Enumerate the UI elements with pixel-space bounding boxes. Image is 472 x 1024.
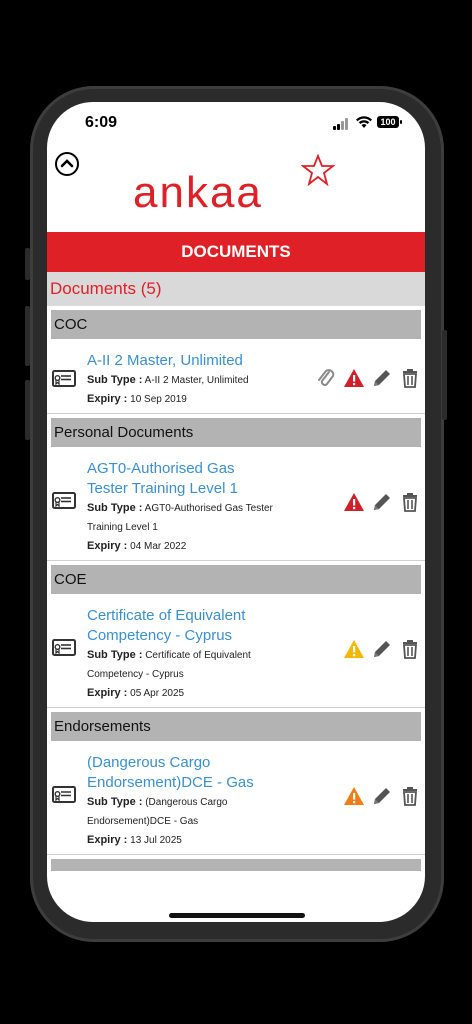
document-title[interactable]: Certificate of Equivalent Competency - C…	[87, 606, 277, 646]
subtype-value: A-II 2 Master, Unlimited	[144, 375, 249, 386]
row-actions	[343, 785, 421, 807]
section-header: COC	[51, 310, 421, 339]
status-time: 6:09	[85, 114, 118, 131]
expiry-value: 04 Mar 2022	[130, 541, 187, 552]
document-expiry: Expiry : 04 Mar 2022	[87, 537, 277, 556]
certificate-icon	[52, 491, 76, 511]
expiry-label: Expiry :	[87, 540, 128, 552]
paperclip-icon[interactable]	[315, 367, 337, 389]
document-title[interactable]: A-II 2 Master, Unlimited	[87, 351, 277, 371]
document-expiry: Expiry : 13 Jul 2025	[87, 831, 277, 850]
signal-icon	[333, 118, 351, 130]
expiry-value: 13 Jul 2025	[130, 835, 182, 846]
warning-triangle-icon[interactable]	[343, 785, 365, 807]
pencil-icon[interactable]	[371, 785, 393, 807]
trash-icon[interactable]	[399, 491, 421, 513]
document-row[interactable]: A-II 2 Master, Unlimited Sub Type : A-II …	[47, 339, 425, 414]
expiry-label: Expiry :	[87, 687, 128, 699]
subtype-label: Sub Type :	[87, 796, 143, 808]
star-icon	[301, 154, 335, 186]
pencil-icon[interactable]	[371, 367, 393, 389]
phone-volume-down	[25, 380, 30, 440]
certificate-icon	[52, 369, 76, 389]
document-title[interactable]: AGT0-Authorised Gas Tester Training Leve…	[87, 459, 277, 499]
battery-icon: 100	[377, 116, 402, 128]
trash-icon[interactable]	[399, 367, 421, 389]
document-subtype: Sub Type : Certificate of Equivalent Com…	[87, 646, 277, 684]
section-1: Personal Documents AGT0-Authorised Gas Te…	[47, 418, 425, 561]
warning-triangle-icon[interactable]	[343, 367, 365, 389]
home-indicator[interactable]	[169, 913, 305, 918]
chevron-up-icon[interactable]	[55, 152, 79, 176]
subtype-label: Sub Type :	[87, 502, 143, 514]
documents-list: COC A-II 2 Master, Unlimited Sub Type : A-…	[47, 306, 425, 871]
expiry-value: 10 Sep 2019	[130, 394, 187, 405]
phone-volume-up	[25, 306, 30, 366]
wifi-icon	[356, 116, 372, 128]
row-actions	[315, 367, 421, 389]
pencil-icon[interactable]	[371, 638, 393, 660]
section-0: COC A-II 2 Master, Unlimited Sub Type : A-…	[47, 310, 425, 414]
trash-icon[interactable]	[399, 785, 421, 807]
warning-triangle-icon[interactable]	[343, 491, 365, 513]
document-row[interactable]: Certificate of Equivalent Competency - C…	[47, 594, 425, 708]
document-row[interactable]: (Dangerous Cargo Endorsement)DCE - Gas Su…	[47, 741, 425, 855]
section-header-partial	[51, 859, 421, 871]
phone-mute-switch	[25, 248, 30, 280]
section-2: COE Certificate of Equivalent Competency …	[47, 565, 425, 708]
pencil-icon[interactable]	[371, 491, 393, 513]
document-subtype: Sub Type : AGT0-Authorised Gas Tester Tr…	[87, 499, 277, 537]
subtype-label: Sub Type :	[87, 374, 143, 386]
document-subtype: Sub Type : A-II 2 Master, Unlimited	[87, 371, 277, 390]
section-header: Endorsements	[51, 712, 421, 741]
row-actions	[343, 491, 421, 513]
ankaa-logo: ankaa	[133, 168, 263, 217]
certificate-icon	[52, 638, 76, 658]
phone-power-button	[442, 330, 447, 420]
document-subtype: Sub Type : (Dangerous Cargo Endorsement)…	[87, 793, 277, 831]
status-bar: 6:09 100	[47, 102, 425, 146]
page-title: DOCUMENTS	[47, 232, 425, 272]
subtype-label: Sub Type :	[87, 649, 143, 661]
section-header: COE	[51, 565, 421, 594]
expiry-label: Expiry :	[87, 834, 128, 846]
trash-icon[interactable]	[399, 638, 421, 660]
warning-triangle-icon[interactable]	[343, 638, 365, 660]
document-title[interactable]: (Dangerous Cargo Endorsement)DCE - Gas	[87, 753, 277, 793]
section-header: Personal Documents	[51, 418, 421, 447]
app-screen: 6:09 100 ankaa DOCUMENTS Documents (5) C…	[47, 102, 425, 922]
expiry-label: Expiry :	[87, 393, 128, 405]
certificate-icon	[52, 785, 76, 805]
document-row[interactable]: AGT0-Authorised Gas Tester Training Leve…	[47, 447, 425, 561]
section-3: Endorsements (Dangerous Cargo Endorsement…	[47, 712, 425, 855]
row-actions	[343, 638, 421, 660]
document-expiry: Expiry : 10 Sep 2019	[87, 390, 277, 409]
documents-count: Documents (5)	[47, 272, 425, 306]
expiry-value: 05 Apr 2025	[130, 688, 185, 699]
document-expiry: Expiry : 05 Apr 2025	[87, 684, 277, 703]
